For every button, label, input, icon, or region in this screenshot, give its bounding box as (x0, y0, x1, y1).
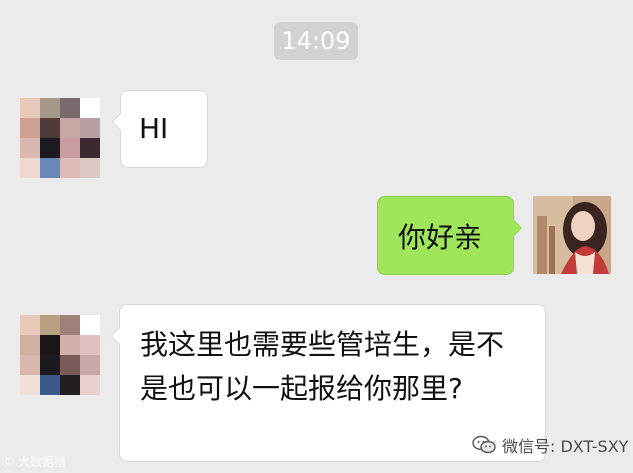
avatar-pixel (60, 138, 80, 158)
avatar-pixel (40, 98, 60, 118)
avatar-pixel (20, 375, 40, 395)
profile-photo-icon (533, 196, 611, 274)
message-bubble-outgoing[interactable]: 你好亲 (377, 196, 522, 275)
avatar-pixel (20, 158, 40, 178)
message-text: HI (139, 112, 169, 145)
avatar-pixel (60, 355, 80, 375)
avatar-pixel (60, 118, 80, 138)
message-text: 我这里也需要些管培生，是不是也可以一起报给你那里? (140, 328, 505, 405)
contact-avatar[interactable] (20, 315, 100, 395)
watermark-bottom-left: Ⓒ 大数据猎 (2, 453, 66, 470)
wechat-id-text: 微信号: DXT-SXY (502, 437, 629, 456)
message-text: 你好亲 (398, 221, 483, 254)
avatar-pixel (60, 158, 80, 178)
avatar-pixel (40, 355, 60, 375)
avatar-pixel (60, 335, 80, 355)
wechat-logo-icon (472, 435, 496, 455)
avatar-pixel (60, 98, 80, 118)
avatar-pixel (80, 315, 100, 335)
avatar-pixel (40, 335, 60, 355)
avatar-pixel (40, 138, 60, 158)
avatar-pixel (20, 138, 40, 158)
avatar-pixel (60, 315, 80, 335)
avatar-pixel (20, 335, 40, 355)
avatar-pixel (80, 98, 100, 118)
my-avatar[interactable] (533, 196, 611, 274)
wechat-id-watermark: 微信号: DXT-SXY (472, 432, 628, 458)
watermark-prefix: Ⓒ (2, 455, 15, 469)
avatar-pixel (80, 335, 100, 355)
message-timestamp: 14:09 (274, 22, 358, 60)
avatar-pixel (60, 375, 80, 395)
avatar-pixel (20, 315, 40, 335)
avatar-pixel (80, 355, 100, 375)
avatar-pixel (40, 375, 60, 395)
message-bubble-incoming[interactable]: HI (112, 90, 208, 168)
contact-avatar[interactable] (20, 98, 100, 178)
avatar-pixel (80, 375, 100, 395)
watermark-text: 大数据猎 (17, 455, 66, 469)
avatar-pixel (20, 118, 40, 138)
avatar-pixel (40, 158, 60, 178)
avatar-pixel (80, 118, 100, 138)
avatar-pixel (80, 138, 100, 158)
avatar-pixel (20, 98, 40, 118)
chat-window: 14:09 HI 你好亲 我这里也需要些管培生，是不是也可以一起报给你那里? Ⓒ… (0, 0, 633, 473)
avatar-pixel (40, 315, 60, 335)
avatar-pixel (80, 158, 100, 178)
avatar-pixel (20, 355, 40, 375)
avatar-pixel (40, 118, 60, 138)
